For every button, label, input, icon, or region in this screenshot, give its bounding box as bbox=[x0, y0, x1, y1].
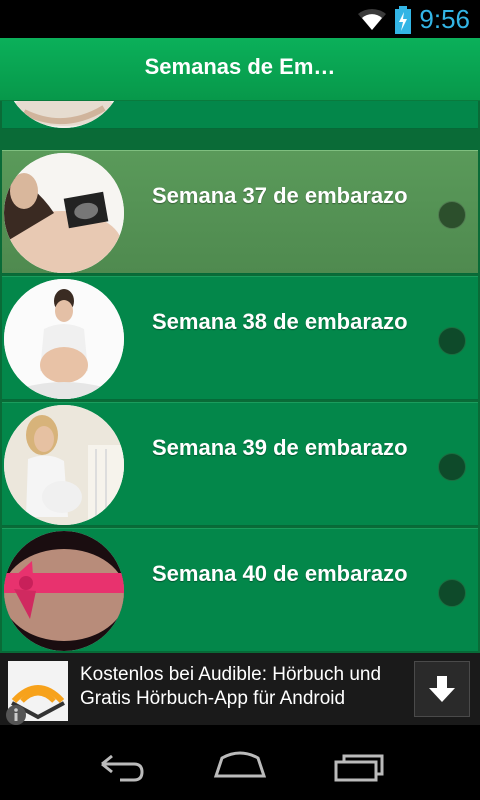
list-item-label: Semana 38 de embarazo bbox=[152, 309, 408, 334]
ad-banner[interactable]: Kostenlos bei Audible: Hörbuch und Grati… bbox=[0, 653, 480, 725]
action-bar: Semanas de Em… bbox=[0, 38, 480, 101]
list-item-week-40[interactable]: Semana 40 de embarazo bbox=[2, 528, 478, 652]
page-title: Semanas de Em… bbox=[144, 54, 336, 79]
list-item-radio[interactable] bbox=[438, 327, 466, 355]
list-item-radio[interactable] bbox=[438, 201, 466, 229]
recent-apps-icon[interactable] bbox=[330, 744, 390, 784]
list-item-radio[interactable] bbox=[438, 453, 466, 481]
download-button[interactable] bbox=[414, 661, 470, 717]
list-item-thumbnail bbox=[4, 531, 124, 651]
ad-line-2: Gratis Hörbuch-App für Android bbox=[80, 688, 346, 709]
list-item-label: Semana 39 de embarazo bbox=[152, 435, 408, 460]
list-item-radio[interactable] bbox=[438, 579, 466, 607]
weeks-list[interactable]: Semana 37 de embarazo Semana 38 de embar… bbox=[0, 101, 480, 653]
home-icon[interactable] bbox=[210, 744, 270, 784]
list-item-week-38[interactable]: Semana 38 de embarazo bbox=[2, 276, 478, 400]
info-icon[interactable] bbox=[4, 703, 28, 727]
list-item-label: Semana 40 de embarazo bbox=[152, 561, 408, 586]
list-item-week-39[interactable]: Semana 39 de embarazo bbox=[2, 402, 478, 526]
download-icon bbox=[429, 676, 455, 702]
clock: 9:56 bbox=[419, 4, 470, 34]
list-item-label: Semana 37 de embarazo bbox=[152, 183, 408, 208]
ad-text[interactable]: Kostenlos bei Audible: Hörbuch und Grati… bbox=[80, 663, 400, 711]
battery-charging-icon bbox=[394, 6, 412, 39]
list-item-thumbnail bbox=[4, 153, 124, 273]
list-item-week-37[interactable]: Semana 37 de embarazo bbox=[2, 150, 478, 274]
list-item-thumbnail bbox=[4, 101, 124, 128]
list-item-thumbnail bbox=[4, 279, 124, 399]
wifi-icon bbox=[356, 6, 388, 37]
navigation-bar bbox=[0, 726, 480, 800]
status-bar: 9:56 bbox=[0, 0, 480, 38]
back-icon[interactable] bbox=[90, 744, 150, 784]
ad-line-1: Kostenlos bei Audible: Hörbuch und bbox=[80, 664, 382, 685]
list-item-partial[interactable] bbox=[2, 101, 478, 129]
list-item-thumbnail bbox=[4, 405, 124, 525]
